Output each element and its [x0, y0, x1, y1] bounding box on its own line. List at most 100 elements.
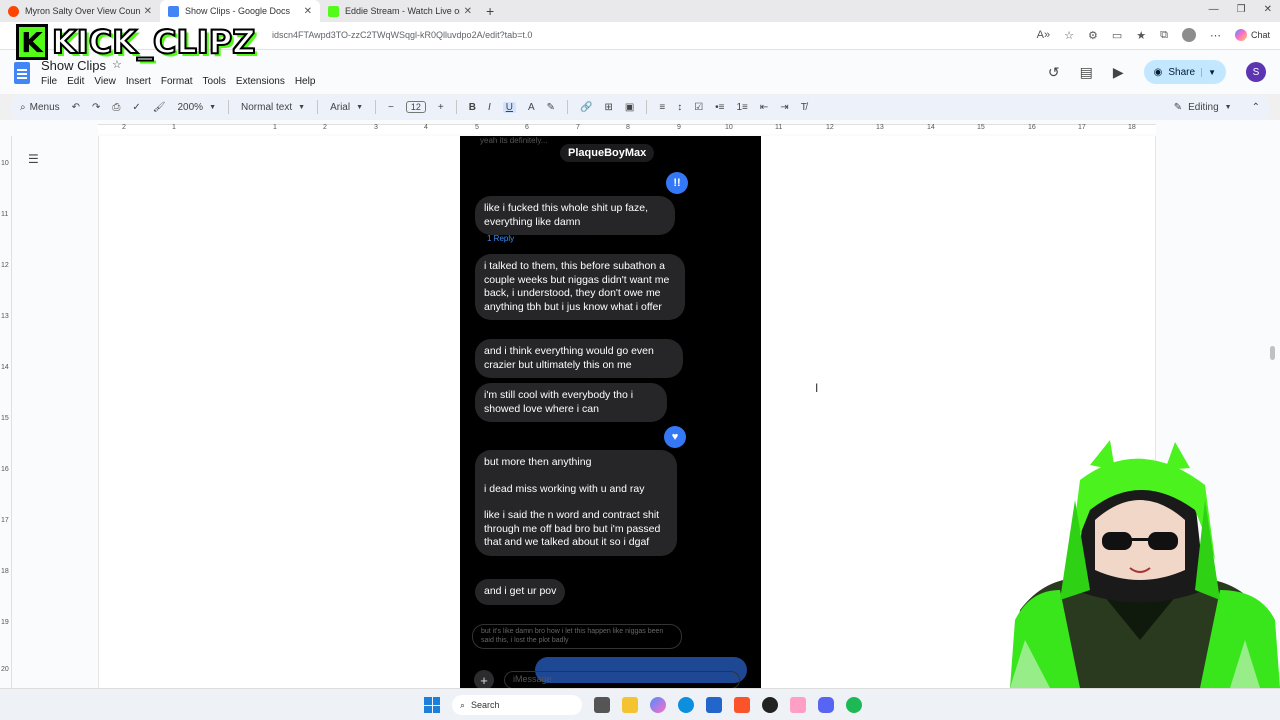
vruler-number: 10	[1, 160, 9, 167]
underline-button[interactable]: U	[502, 101, 516, 113]
collapse-menu-icon[interactable]: ⌃	[1252, 102, 1260, 113]
bold-button[interactable]: B	[469, 102, 476, 113]
image-icon[interactable]: ▣	[625, 102, 634, 113]
numbered-list-icon[interactable]: 1≡	[737, 102, 748, 113]
url-field[interactable]: idscn4FTAwpd3TO-zzC2TWqWSqgl-kR0Qlluvdpo…	[272, 30, 532, 40]
new-tab-button[interactable]: +	[486, 3, 494, 19]
clear-format-icon[interactable]: T̸	[801, 102, 807, 113]
kick-clipz-logo: K KICK_CLIPZ	[16, 22, 256, 62]
reply-link[interactable]: 1 Reply	[487, 234, 514, 243]
favorites-icon[interactable]: ★	[1136, 29, 1146, 42]
search-menus[interactable]: ⌕ Menus	[20, 102, 60, 113]
copilot-icon[interactable]	[650, 697, 666, 713]
imessage-input[interactable]: iMessage	[504, 671, 740, 688]
comment-icon[interactable]: ⊞	[605, 102, 613, 113]
pasted-message-screenshot[interactable]: yeah its definitely... PlaqueBoyMax !! l…	[460, 136, 761, 688]
divider	[317, 100, 319, 114]
chat-button[interactable]: Chat	[1234, 29, 1270, 41]
brave-icon[interactable]	[734, 697, 750, 713]
menu-help[interactable]: Help	[295, 75, 316, 88]
discord-icon[interactable]	[818, 697, 834, 713]
message-bubble: and i think everything would go even cra…	[475, 339, 683, 379]
task-view-icon[interactable]	[594, 697, 610, 713]
text-color-icon[interactable]: A	[528, 102, 535, 113]
print-icon[interactable]: ⎙	[112, 102, 120, 113]
more-icon[interactable]: ⋯	[1210, 29, 1221, 42]
font-size-input[interactable]: 12	[405, 101, 426, 113]
ruler-number: 11	[775, 124, 783, 131]
align-icon[interactable]: ≡	[659, 102, 665, 113]
increase-indent-icon[interactable]: ⇥	[780, 102, 788, 113]
message-text: i'm still cool with everybody tho i show…	[484, 389, 634, 415]
restore-icon[interactable]: ❐	[1237, 4, 1246, 15]
scrollbar-thumb[interactable]	[1270, 346, 1275, 360]
favorite-star-icon[interactable]: ☆	[1064, 29, 1074, 42]
close-icon[interactable]: ✕	[464, 6, 472, 17]
toolbar-right: ✎ Editing ▼ ⌃	[1174, 102, 1260, 113]
message-text: like i fucked this whole shit up faze, e…	[484, 202, 649, 228]
ruler-number: 1	[172, 124, 176, 131]
user-avatar[interactable]: S	[1246, 62, 1266, 82]
undo-icon[interactable]: ↶	[72, 102, 80, 113]
font-select[interactable]: Arial ▼	[330, 102, 363, 113]
checklist-icon[interactable]: ☑	[694, 102, 703, 113]
menu-format[interactable]: Format	[161, 75, 193, 88]
editing-mode-select[interactable]: ✎ Editing ▼	[1174, 102, 1232, 113]
extensions-icon[interactable]: ⚙	[1088, 29, 1098, 42]
menu-view[interactable]: View	[94, 75, 116, 88]
share-button[interactable]: ◉ Share ▼	[1143, 60, 1226, 84]
menu-file[interactable]: File	[41, 75, 57, 88]
store-icon[interactable]	[706, 697, 722, 713]
close-window-icon[interactable]: ✕	[1264, 4, 1272, 15]
spotify-icon[interactable]	[846, 697, 862, 713]
read-aloud-icon[interactable]: A»	[1037, 29, 1050, 41]
chevron-down-icon: ▼	[356, 103, 364, 111]
file-explorer-icon[interactable]	[622, 697, 638, 713]
document-outline-icon[interactable]: ☰	[28, 152, 39, 166]
zoom-select[interactable]: 200% ▼	[178, 102, 217, 113]
meet-icon[interactable]: ▶	[1113, 64, 1124, 81]
paint-format-icon[interactable]: 🖌	[153, 102, 166, 113]
plus-icon[interactable]: +	[474, 670, 494, 688]
edge-icon[interactable]	[678, 697, 694, 713]
start-button-icon[interactable]	[424, 697, 440, 713]
decrease-indent-icon[interactable]: ⇤	[760, 102, 768, 113]
comments-icon[interactable]: ▤	[1080, 64, 1093, 81]
minimize-icon[interactable]: —	[1209, 4, 1219, 15]
split-screen-icon[interactable]: ▭	[1112, 29, 1122, 42]
redo-icon[interactable]: ↷	[92, 102, 100, 113]
close-icon[interactable]: ✕	[304, 6, 312, 17]
menu-edit[interactable]: Edit	[67, 75, 84, 88]
menu-insert[interactable]: Insert	[126, 75, 151, 88]
docs-logo-icon[interactable]	[14, 62, 30, 84]
collections-icon[interactable]: ⧉	[1160, 29, 1168, 42]
profile-avatar[interactable]	[1181, 28, 1196, 42]
highlight-icon[interactable]: ✎	[547, 102, 555, 113]
menu-tools[interactable]: Tools	[203, 75, 226, 88]
vtube-app-icon[interactable]	[790, 697, 806, 713]
close-icon[interactable]: ✕	[144, 6, 152, 17]
obs-icon[interactable]	[762, 697, 778, 713]
tab-reddit[interactable]: Myron Salty Over View Count : r/... ✕	[0, 0, 160, 22]
taskbar-search[interactable]: ⌕ Search	[452, 695, 582, 715]
style-select[interactable]: Normal text ▼	[241, 102, 305, 113]
ruler-number: 6	[525, 124, 529, 131]
bullet-list-icon[interactable]: •≡	[715, 102, 724, 113]
chat-label: Chat	[1250, 30, 1270, 40]
link-icon[interactable]: 🔗	[580, 102, 592, 113]
divider	[646, 100, 648, 114]
tab-google-docs[interactable]: Show Clips - Google Docs ✕	[160, 0, 320, 22]
version-history-icon[interactable]: ↺	[1048, 64, 1060, 81]
reddit-icon	[8, 5, 19, 17]
line-spacing-icon[interactable]: ↕	[677, 102, 682, 113]
ruler-number: 17	[1078, 124, 1086, 131]
increase-font-icon[interactable]: +	[438, 102, 444, 113]
tab-kick[interactable]: Eddie Stream - Watch Live on Kick ✕	[320, 0, 480, 22]
divider	[455, 100, 457, 114]
decrease-font-icon[interactable]: −	[388, 102, 394, 113]
docs-header-actions: ↺ ▤ ▶ ◉ Share ▼ S	[1048, 60, 1266, 84]
chevron-down-icon[interactable]: ▼	[1201, 67, 1216, 77]
menu-extensions[interactable]: Extensions	[236, 75, 285, 88]
spellcheck-icon[interactable]: ✓	[132, 102, 140, 113]
italic-button[interactable]: I	[488, 102, 491, 113]
